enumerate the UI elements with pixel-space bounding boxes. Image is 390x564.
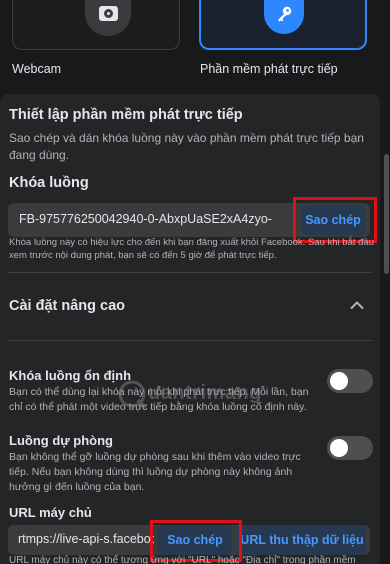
server-url-label: URL máy chủ bbox=[9, 505, 92, 520]
divider bbox=[8, 272, 372, 273]
stream-key-label: Khóa luồng bbox=[9, 175, 89, 191]
stream-source-selector: Webcam Phần mềm phát trực tiếp bbox=[0, 0, 390, 94]
backup-stream-title: Luồng dự phòng bbox=[9, 433, 113, 448]
camera-icon bbox=[99, 6, 118, 21]
stream-key-note: Khóa luồng này có hiệu lực cho đến khi b… bbox=[9, 237, 374, 261]
webcam-source-tile[interactable] bbox=[12, 0, 180, 50]
streaming-software-source-tile[interactable] bbox=[199, 0, 367, 50]
server-url-note: URL máy chủ này có thể tương ứng với "UR… bbox=[9, 555, 356, 564]
stable-key-title: Khóa luồng ổn định bbox=[9, 368, 132, 383]
stream-key-value[interactable]: FB-975776250042940-0-AbxpUaSE2xA4zyo- bbox=[19, 212, 289, 226]
chevron-up-icon[interactable] bbox=[350, 300, 364, 310]
setup-description: Sao chép và dán khóa luồng này vào phần … bbox=[9, 131, 364, 162]
scrollbar[interactable] bbox=[383, 94, 390, 564]
advanced-settings-title[interactable]: Cài đặt nâng cao bbox=[9, 298, 125, 314]
server-url-value[interactable]: rtmps://live-api-s.facebook.com:443/rtmp… bbox=[18, 532, 154, 546]
key-icon bbox=[278, 6, 292, 22]
ingest-url-button[interactable]: URL thu thập dữ liệu bbox=[238, 525, 366, 555]
key-icon-badge bbox=[264, 0, 304, 34]
divider bbox=[8, 340, 372, 341]
backup-stream-toggle[interactable] bbox=[327, 436, 373, 460]
camera-icon-badge bbox=[85, 0, 131, 36]
watermark-text: uantrimang bbox=[148, 382, 262, 404]
stable-key-toggle[interactable] bbox=[327, 369, 373, 393]
setup-title: Thiết lập phần mềm phát trực tiếp bbox=[9, 107, 243, 123]
scrollbar-thumb[interactable] bbox=[384, 154, 389, 274]
streaming-software-label: Phần mềm phát trực tiếp bbox=[200, 62, 338, 76]
toggle-knob bbox=[330, 372, 348, 390]
toggle-knob bbox=[330, 439, 348, 457]
backup-stream-description: Bạn không thể gỡ luồng dự phòng sau khi … bbox=[9, 451, 301, 493]
webcam-label: Webcam bbox=[12, 62, 62, 76]
